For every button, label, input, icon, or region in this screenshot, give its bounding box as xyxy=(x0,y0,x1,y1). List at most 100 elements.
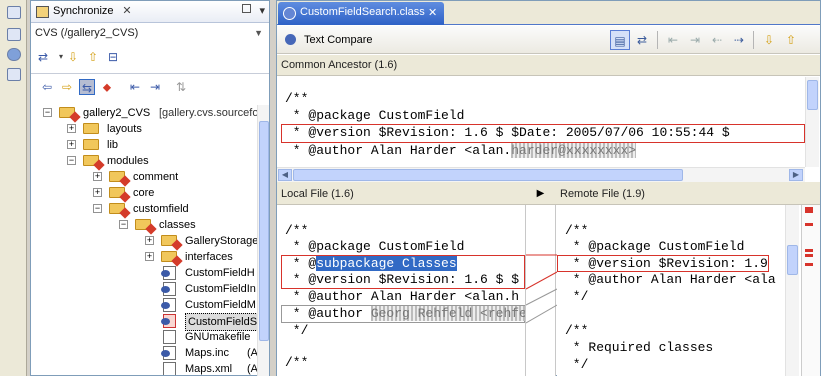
cvs-repository-icon[interactable] xyxy=(7,48,21,61)
expand-icon[interactable]: + xyxy=(67,140,76,149)
commit-icon[interactable]: ⇥ xyxy=(147,79,163,95)
diff-gutter xyxy=(525,205,558,376)
php-file-icon xyxy=(161,346,176,360)
php-file-icon xyxy=(161,282,176,296)
collapse-icon[interactable]: − xyxy=(119,220,128,229)
dropdown-arrow-icon[interactable]: ▼ xyxy=(254,28,263,38)
code-line: * @version $Revision: 1.6 $ $Date: 2005/… xyxy=(285,125,730,140)
history-view-icon[interactable] xyxy=(7,68,21,81)
code-line: * @author Alan Harder <ala xyxy=(565,272,776,287)
collapse-icon[interactable]: − xyxy=(67,156,76,165)
remote-vscroll[interactable] xyxy=(785,205,799,376)
tree-scrollbar[interactable] xyxy=(257,105,269,376)
update-icon[interactable]: ⇤ xyxy=(127,79,143,95)
code-line: * @version $Revision: 1.9 xyxy=(565,256,768,271)
expand-icon[interactable]: + xyxy=(67,124,76,133)
copy-all-right-icon[interactable]: ⇥ xyxy=(685,30,705,50)
maximize-icon[interactable] xyxy=(242,4,251,13)
tab-synchronize[interactable]: Synchronize ✕ xyxy=(33,3,132,22)
php-file-conflict-icon xyxy=(161,314,176,328)
folder-icon xyxy=(109,171,131,187)
close-icon[interactable]: ✕ xyxy=(122,4,131,17)
php-file-icon xyxy=(161,266,176,280)
tab-customfieldsearch[interactable]: CustomFieldSearch.class ✕ xyxy=(278,2,444,25)
change-marker[interactable] xyxy=(805,207,813,213)
code-line: /** xyxy=(285,91,309,106)
scrollbar-thumb[interactable] xyxy=(293,169,683,181)
code-line: * @package CustomField xyxy=(285,239,465,254)
compare-icon xyxy=(283,7,296,20)
change-marker[interactable] xyxy=(805,249,813,252)
change-marker[interactable] xyxy=(805,263,813,266)
remote-pane[interactable]: /** * @package CustomField * @version $R… xyxy=(557,205,801,376)
compare-editor: CustomFieldSearch.class ✕ Text Compare ▤… xyxy=(276,0,821,376)
expand-icon[interactable]: + xyxy=(145,252,154,261)
previous-change-icon[interactable]: ⇧ xyxy=(85,49,101,65)
code-line: * @package CustomField xyxy=(285,108,465,123)
code-line: /** xyxy=(565,323,589,338)
selected-text: subpackage Classes xyxy=(316,256,457,271)
ancestor-vscroll[interactable] xyxy=(805,77,819,167)
expand-icon[interactable]: + xyxy=(145,236,154,245)
tree-label: customfield xyxy=(133,203,189,215)
copy-all-left-icon[interactable]: ⇤ xyxy=(663,30,683,50)
tree-label: layouts xyxy=(107,123,142,135)
code-line: */ xyxy=(565,289,589,304)
team-perspective-icon[interactable] xyxy=(7,28,21,41)
both-modes-icon[interactable]: ⇆ xyxy=(79,79,95,95)
code-line: */ xyxy=(285,323,309,338)
tree-label: classes xyxy=(159,219,196,231)
tree-label: Maps.inc xyxy=(185,347,230,359)
change-marker[interactable] xyxy=(805,254,813,257)
code-text: * @author Alan Harder <alan. xyxy=(285,143,512,158)
code-line: * @version $Revision: 1.6 $ $ xyxy=(285,272,520,287)
sort-icon[interactable]: ⇅ xyxy=(173,79,189,95)
conflicts-mode-icon[interactable]: ⬥ xyxy=(99,79,115,95)
remote-header: Remote File (1.9) xyxy=(556,184,820,205)
synchronize-view: Synchronize ✕ ▾ CVS (/gallery2_CVS) ▼ ⇄ … xyxy=(30,0,270,376)
synchronize-icon xyxy=(36,6,49,18)
show-ancestor-icon[interactable]: ▤ xyxy=(610,30,630,50)
collapse-icon[interactable]: − xyxy=(93,204,102,213)
view-menu-icon[interactable]: ▾ xyxy=(259,4,265,17)
code-line: */ xyxy=(565,357,589,372)
scroll-left-icon[interactable]: ◀ xyxy=(278,169,292,181)
tree-label: gallery2_CVS xyxy=(83,107,151,119)
folder-icon xyxy=(161,251,183,267)
code-line: * @package CustomField xyxy=(565,239,745,254)
change-marker[interactable] xyxy=(805,223,813,226)
scrollbar-thumb[interactable] xyxy=(787,245,798,275)
expand-icon[interactable]: + xyxy=(93,188,102,197)
previous-difference-icon[interactable]: ⇧ xyxy=(781,30,801,50)
copy-right-icon[interactable]: ⇢ xyxy=(729,30,749,50)
folder-icon xyxy=(135,219,157,235)
text-compare-icon xyxy=(285,34,296,45)
folder-icon xyxy=(109,187,131,203)
compare-label: Text Compare xyxy=(304,34,373,46)
collapse-icon[interactable]: − xyxy=(43,108,52,117)
outgoing-mode-icon[interactable]: ⇨ xyxy=(59,79,75,95)
code-line: * @author Georg Rehfeld <rehfe xyxy=(285,306,525,322)
copy-right-button[interactable]: ▶ xyxy=(525,184,556,205)
scroll-right-icon[interactable]: ▶ xyxy=(789,169,803,181)
collapse-all-icon[interactable]: ⊟ xyxy=(105,49,121,65)
tree-label: interfaces xyxy=(185,251,233,263)
divider xyxy=(657,31,658,49)
ignore-whitespace-icon[interactable]: ⇄ xyxy=(632,30,652,50)
copy-left-icon[interactable]: ⇠ xyxy=(707,30,727,50)
incoming-mode-icon[interactable]: ⇦ xyxy=(39,79,55,95)
code-text: * @author xyxy=(285,306,371,321)
local-header: Local File (1.6) xyxy=(277,184,525,205)
next-difference-icon[interactable]: ⇩ xyxy=(759,30,779,50)
next-change-icon[interactable]: ⇩ xyxy=(65,49,81,65)
tab-label: CustomFieldSearch.class xyxy=(300,6,425,18)
synchronize-icon[interactable]: ⇄ xyxy=(35,49,51,65)
ancestor-hscroll[interactable]: ◀ ▶ xyxy=(277,167,805,182)
local-pane[interactable]: /** * @package CustomField * @subpackage… xyxy=(277,205,525,376)
close-icon[interactable]: ✕ xyxy=(428,6,437,19)
expand-icon[interactable]: + xyxy=(93,172,102,181)
open-perspective-icon[interactable] xyxy=(7,6,21,19)
scrollbar-thumb[interactable] xyxy=(259,121,269,341)
scrollbar-thumb[interactable] xyxy=(807,80,818,110)
overview-ruler[interactable] xyxy=(801,205,820,376)
